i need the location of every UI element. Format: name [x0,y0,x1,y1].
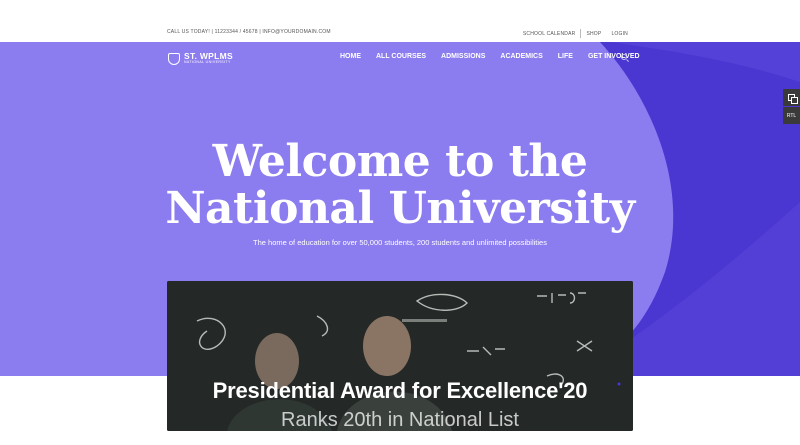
logo-name: ST. WPLMS [184,51,233,61]
hero-title-line-1: Welcome to the [212,136,588,187]
side-tools: RTL [783,89,800,125]
school-calendar-link[interactable]: SCHOOL CALENDAR [518,31,581,37]
contact-info: CALL US TODAY! | 11223344 / 45678 | INFO… [167,29,331,35]
hero-subtitle: The home of education for over 50,000 st… [253,238,547,247]
hero-title: Welcome to the National University [0,138,800,232]
copy-tool-button[interactable] [783,89,800,106]
shop-link[interactable]: SHOP [581,31,606,37]
main-nav: HOME ALL COURSES ADMISSIONS ACADEMICS LI… [340,53,655,60]
logo-subtitle: NATIONAL UNIVERSITY [184,60,231,64]
university-logo[interactable]: ST. WPLMS NATIONAL UNIVERSITY [168,52,233,65]
video-title: Presidential Award for Excellence'20 [212,378,588,403]
nav-item-admissions[interactable]: ADMISSIONS [441,53,485,60]
copy-icon [788,94,798,104]
search-icon[interactable] [621,54,627,60]
video-subtitle: Ranks 20th in National List [281,409,519,431]
nav-item-academics[interactable]: ACADEMICS [500,53,542,60]
top-utility-bar: CALL US TODAY! | 11223344 / 45678 | INFO… [0,0,800,42]
rtl-toggle-button[interactable]: RTL [783,107,800,124]
nav-item-life[interactable]: LIFE [558,53,573,60]
hero-title-line-2: National University [165,183,635,234]
nav-item-home[interactable]: HOME [340,53,361,60]
nav-item-get-involved[interactable]: GET INVOLVED [588,53,640,60]
login-link[interactable]: LOGIN [606,31,633,37]
nav-item-all-courses[interactable]: ALL COURSES [376,53,426,60]
top-links: SCHOOL CALENDAR SHOP LOGIN [518,29,633,38]
crest-icon [168,52,180,65]
featured-video-card[interactable]: Presidential Award for Excellence'20 Ran… [167,281,633,431]
